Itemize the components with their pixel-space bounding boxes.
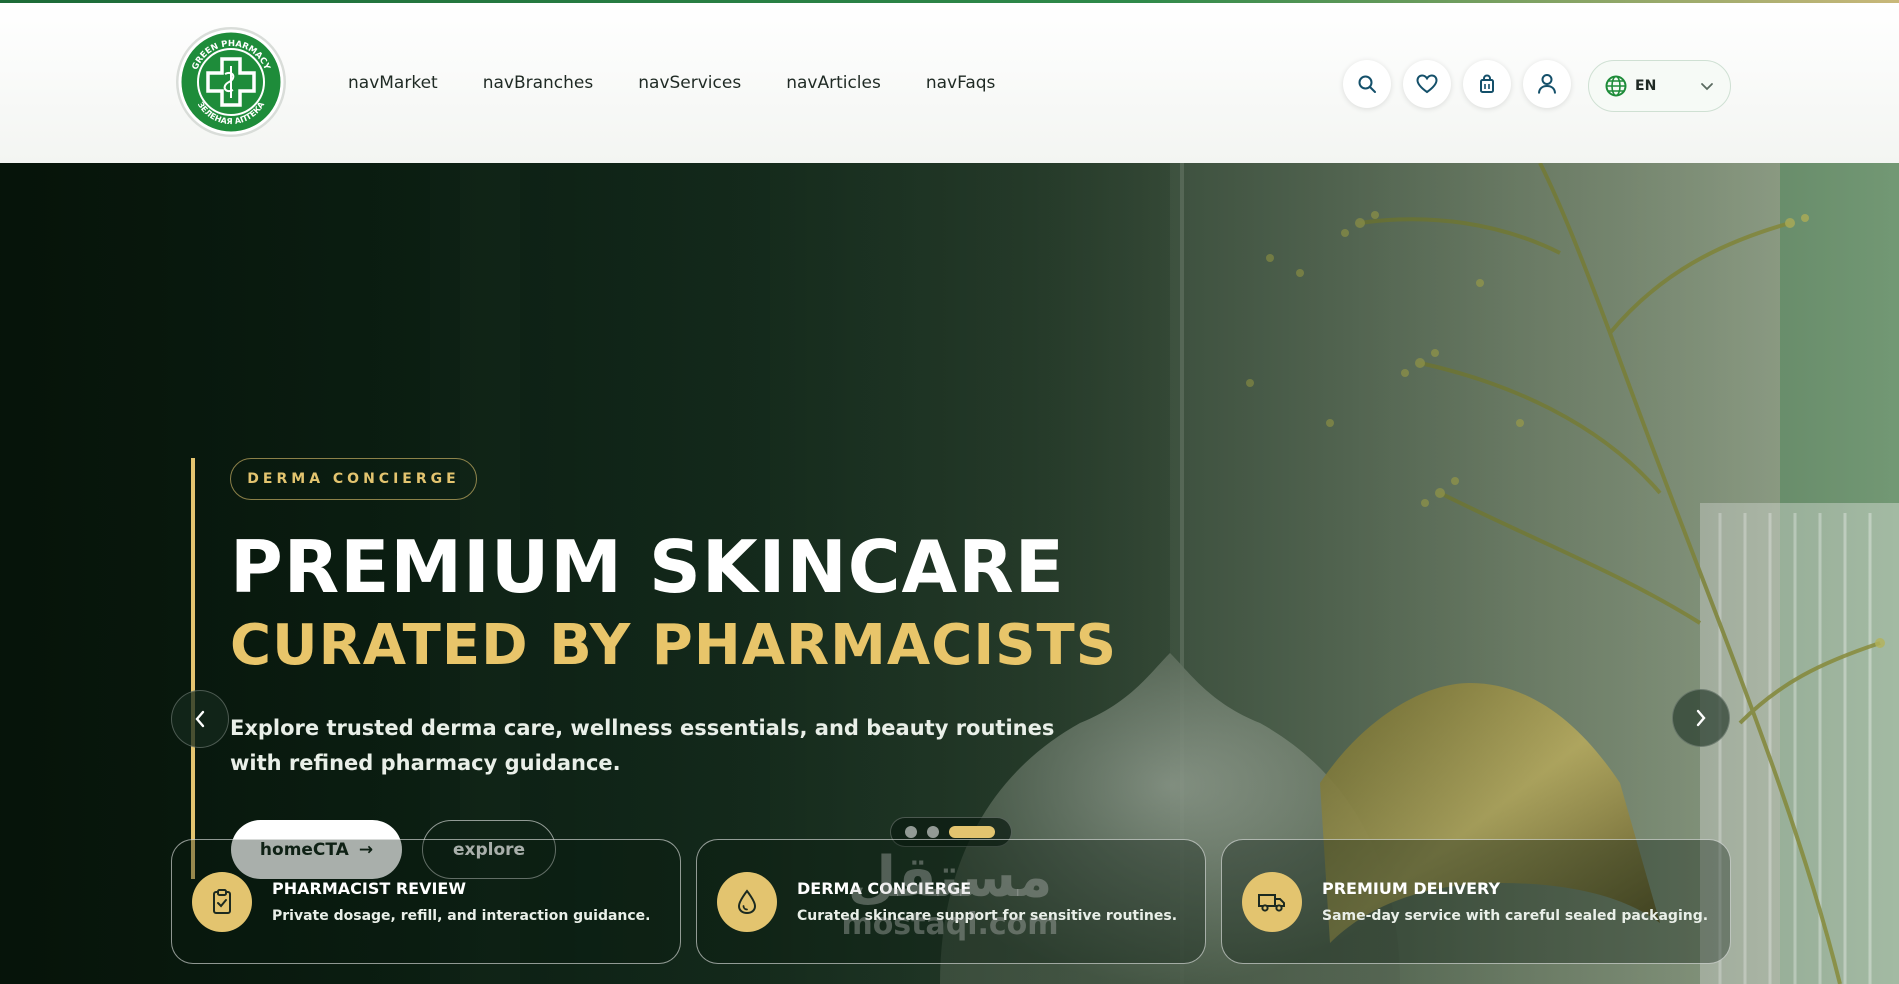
chevron-down-icon: [1701, 83, 1713, 91]
truck-icon: [1242, 871, 1302, 932]
globe-icon: [1605, 75, 1627, 97]
hero-description: Explore trusted derma care, wellness ess…: [230, 716, 1055, 775]
feature-text: Same-day service with careful sealed pac…: [1322, 908, 1709, 924]
nav-services[interactable]: navServices: [638, 73, 741, 93]
watermark-arabic: مستقل: [847, 845, 1053, 910]
slider-dot-3-active[interactable]: [949, 826, 995, 838]
nav-market[interactable]: navMarket: [348, 73, 438, 93]
cart-button[interactable]: [1463, 60, 1511, 108]
language-selector[interactable]: EN: [1588, 60, 1731, 112]
site-header: GREEN PHARMACY ЗЕЛЕНАЯ АПТЕКА navMarket …: [0, 3, 1899, 163]
feature-card-premium-delivery[interactable]: PREMIUM DELIVERY Same-day service with c…: [1221, 839, 1731, 964]
language-code: EN: [1635, 78, 1657, 94]
hero-subtitle: CURATED BY PHARMACISTS: [230, 613, 1118, 678]
slider-prev-button[interactable]: [171, 690, 229, 748]
feature-title: PHARMACIST REVIEW: [272, 879, 466, 898]
clipboard-check-icon: [192, 871, 252, 932]
user-icon: [1538, 74, 1556, 94]
wishlist-button[interactable]: [1403, 60, 1451, 108]
droplet-icon: [717, 871, 777, 932]
watermark-latin: mostaql.com: [841, 907, 1059, 942]
hero-title: PREMIUM SKINCARE: [230, 525, 1065, 609]
slider-dot-1[interactable]: [905, 826, 917, 838]
header-actions: [1343, 60, 1571, 108]
hero-badge: DERMA CONCIERGE: [230, 458, 477, 500]
slider-dot-2[interactable]: [927, 826, 939, 838]
feature-title: PREMIUM DELIVERY: [1322, 879, 1501, 898]
account-button[interactable]: [1523, 60, 1571, 108]
chevron-right-icon: [1696, 709, 1706, 727]
nav-faqs[interactable]: navFaqs: [926, 73, 996, 93]
slider-next-button[interactable]: [1672, 689, 1730, 747]
bag-icon: [1480, 74, 1494, 93]
hero-accent-bar: [191, 458, 195, 879]
heart-icon: [1416, 74, 1438, 94]
watermark: مستقل mostaql.com: [832, 848, 1068, 942]
nav-articles[interactable]: navArticles: [786, 73, 881, 93]
search-button[interactable]: [1343, 60, 1391, 108]
feature-card-pharmacist-review[interactable]: PHARMACIST REVIEW Private dosage, refill…: [171, 839, 681, 964]
search-icon: [1358, 75, 1376, 93]
chevron-left-icon: [195, 710, 205, 728]
pharmacy-logo[interactable]: GREEN PHARMACY ЗЕЛЕНАЯ АПТЕКА: [175, 26, 287, 138]
main-nav: navMarket navBranches navServices navArt…: [348, 73, 995, 93]
feature-text: Private dosage, refill, and interaction …: [272, 908, 651, 924]
nav-branches[interactable]: navBranches: [483, 73, 594, 93]
